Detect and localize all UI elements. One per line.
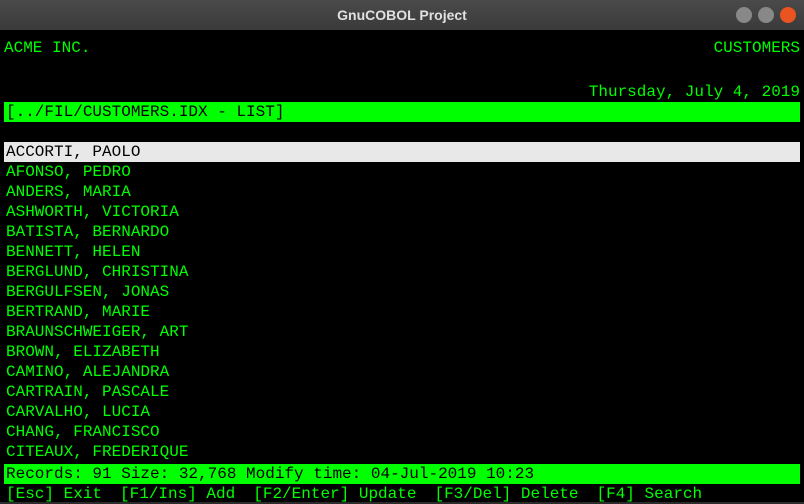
current-date: Thursday, July 4, 2019 (4, 82, 800, 102)
list-item[interactable]: ASHWORTH, VICTORIA (4, 202, 800, 222)
customer-list[interactable]: ACCORTI, PAOLOAFONSO, PEDROANDERS, MARIA… (4, 142, 800, 462)
list-item[interactable]: ACCORTI, PAOLO (4, 142, 800, 162)
minimize-icon[interactable] (736, 7, 752, 23)
list-item[interactable]: AFONSO, PEDRO (4, 162, 800, 182)
list-item[interactable]: BERGLUND, CHRISTINA (4, 262, 800, 282)
window-titlebar: GnuCOBOL Project (0, 0, 804, 30)
list-item[interactable]: CHANG, FRANCISCO (4, 422, 800, 442)
status-bar: Records: 91 Size: 32,768 Modify time: 04… (4, 464, 800, 484)
app-header: ACME INC. CUSTOMERS (4, 34, 800, 62)
function-key-bar: [Esc] Exit [F1/Ins] Add [F2/Enter] Updat… (4, 484, 800, 504)
screen-name: CUSTOMERS (714, 38, 800, 58)
fn-f1-add[interactable]: [F1/Ins] Add (120, 484, 235, 504)
fn-f2-update[interactable]: [F2/Enter] Update (253, 484, 416, 504)
list-item[interactable]: BERTRAND, MARIE (4, 302, 800, 322)
fn-esc-exit[interactable]: [Esc] Exit (6, 484, 102, 504)
list-item[interactable]: BRAUNSCHWEIGER, ART (4, 322, 800, 342)
close-icon[interactable] (780, 7, 796, 23)
list-item[interactable]: CAMINO, ALEJANDRA (4, 362, 800, 382)
list-item[interactable]: BATISTA, BERNARDO (4, 222, 800, 242)
terminal-area: ACME INC. CUSTOMERS Thursday, July 4, 20… (0, 30, 804, 502)
spacer (4, 62, 800, 82)
list-item[interactable]: ANDERS, MARIA (4, 182, 800, 202)
fn-f4-search[interactable]: [F4] Search (597, 484, 703, 504)
list-item[interactable]: BROWN, ELIZABETH (4, 342, 800, 362)
company-name: ACME INC. (4, 38, 90, 58)
fn-f3-delete[interactable]: [F3/Del] Delete (434, 484, 578, 504)
maximize-icon[interactable] (758, 7, 774, 23)
context-bar: [../FIL/CUSTOMERS.IDX - LIST] (4, 102, 800, 122)
list-item[interactable]: CARTRAIN, PASCALE (4, 382, 800, 402)
list-item[interactable]: CARVALHO, LUCIA (4, 402, 800, 422)
list-item[interactable]: BENNETT, HELEN (4, 242, 800, 262)
window-controls (736, 7, 796, 23)
window-title: GnuCOBOL Project (337, 7, 467, 23)
list-item[interactable]: BERGULFSEN, JONAS (4, 282, 800, 302)
list-item[interactable]: CITEAUX, FREDERIQUE (4, 442, 800, 462)
